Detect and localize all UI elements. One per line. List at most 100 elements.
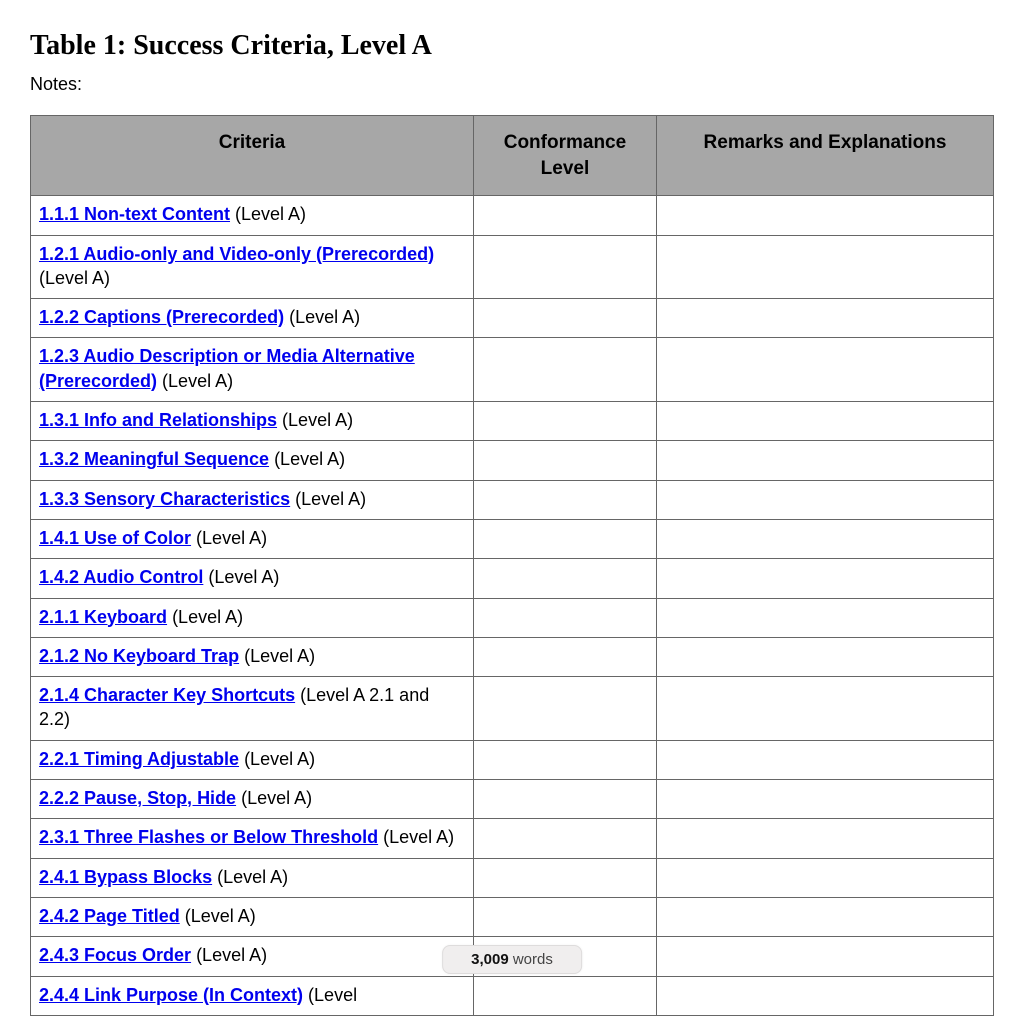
table-row: 2.4.1 Bypass Blocks (Level A) xyxy=(31,858,994,897)
remarks-cell xyxy=(656,976,993,1015)
remarks-cell xyxy=(656,480,993,519)
conformance-cell xyxy=(473,519,656,558)
criterion-link[interactable]: 1.4.2 Audio Control xyxy=(39,567,203,587)
criteria-cell: 2.1.2 No Keyboard Trap (Level A) xyxy=(31,637,474,676)
criterion-suffix: (Level A) xyxy=(269,449,345,469)
table-row: 1.4.2 Audio Control (Level A) xyxy=(31,559,994,598)
remarks-cell xyxy=(656,637,993,676)
criterion-link[interactable]: 2.1.4 Character Key Shortcuts xyxy=(39,685,295,705)
criteria-cell: 1.2.2 Captions (Prerecorded) (Level A) xyxy=(31,299,474,338)
table-row: 1.3.1 Info and Relationships (Level A) xyxy=(31,402,994,441)
conformance-cell xyxy=(473,480,656,519)
table-row: 2.4.4 Link Purpose (In Context) (Level xyxy=(31,976,994,1015)
criteria-cell: 2.4.3 Focus Order (Level A) xyxy=(31,937,474,976)
conformance-cell xyxy=(473,598,656,637)
remarks-cell xyxy=(656,402,993,441)
remarks-cell xyxy=(656,559,993,598)
remarks-cell xyxy=(656,196,993,235)
criteria-cell: 2.2.1 Timing Adjustable (Level A) xyxy=(31,740,474,779)
criteria-cell: 1.3.3 Sensory Characteristics (Level A) xyxy=(31,480,474,519)
criterion-suffix: (Level A) xyxy=(157,371,233,391)
criterion-suffix: (Level A) xyxy=(290,489,366,509)
criterion-link[interactable]: 2.4.3 Focus Order xyxy=(39,945,191,965)
remarks-cell xyxy=(656,780,993,819)
header-remarks: Remarks and Explanations xyxy=(656,116,993,196)
criterion-link[interactable]: 1.1.1 Non-text Content xyxy=(39,204,230,224)
criterion-suffix: (Level A) xyxy=(236,788,312,808)
criterion-suffix: (Level A) xyxy=(180,906,256,926)
table-row: 2.1.2 No Keyboard Trap (Level A) xyxy=(31,637,994,676)
criterion-link[interactable]: 1.4.1 Use of Color xyxy=(39,528,191,548)
criterion-link[interactable]: 2.4.2 Page Titled xyxy=(39,906,180,926)
criterion-link[interactable]: 1.3.2 Meaningful Sequence xyxy=(39,449,269,469)
remarks-cell xyxy=(656,677,993,741)
criteria-table: Criteria Conformance Level Remarks and E… xyxy=(30,115,994,1016)
word-count-value: 3,009 xyxy=(471,951,509,968)
conformance-cell xyxy=(473,897,656,936)
criterion-link[interactable]: 1.2.1 Audio-only and Video-only (Prereco… xyxy=(39,244,434,264)
conformance-cell xyxy=(473,559,656,598)
table-row: 2.2.1 Timing Adjustable (Level A) xyxy=(31,740,994,779)
criteria-cell: 1.1.1 Non-text Content (Level A) xyxy=(31,196,474,235)
criteria-cell: 1.3.1 Info and Relationships (Level A) xyxy=(31,402,474,441)
criteria-cell: 1.3.2 Meaningful Sequence (Level A) xyxy=(31,441,474,480)
word-count-pill: 3,009 words xyxy=(442,945,582,974)
criterion-link[interactable]: 2.2.1 Timing Adjustable xyxy=(39,749,239,769)
remarks-cell xyxy=(656,897,993,936)
criteria-cell: 1.4.1 Use of Color (Level A) xyxy=(31,519,474,558)
criterion-suffix: (Level A) xyxy=(191,528,267,548)
table-row: 2.1.4 Character Key Shortcuts (Level A 2… xyxy=(31,677,994,741)
conformance-cell xyxy=(473,858,656,897)
remarks-cell xyxy=(656,338,993,402)
criterion-link[interactable]: 1.2.2 Captions (Prerecorded) xyxy=(39,307,284,327)
table-row: 1.2.1 Audio-only and Video-only (Prereco… xyxy=(31,235,994,299)
criterion-suffix: (Level A) xyxy=(39,268,110,288)
criteria-cell: 1.4.2 Audio Control (Level A) xyxy=(31,559,474,598)
criteria-cell: 2.1.4 Character Key Shortcuts (Level A 2… xyxy=(31,677,474,741)
table-row: 1.3.2 Meaningful Sequence (Level A) xyxy=(31,441,994,480)
remarks-cell xyxy=(656,235,993,299)
table-title: Table 1: Success Criteria, Level A xyxy=(30,30,994,62)
table-row: 1.3.3 Sensory Characteristics (Level A) xyxy=(31,480,994,519)
conformance-cell xyxy=(473,299,656,338)
header-level: Conformance Level xyxy=(473,116,656,196)
criterion-link[interactable]: 2.1.1 Keyboard xyxy=(39,607,167,627)
table-row: 2.4.2 Page Titled (Level A) xyxy=(31,897,994,936)
table-row: 1.2.2 Captions (Prerecorded) (Level A) xyxy=(31,299,994,338)
conformance-cell xyxy=(473,976,656,1015)
table-row: 2.3.1 Three Flashes or Below Threshold (… xyxy=(31,819,994,858)
criteria-cell: 2.1.1 Keyboard (Level A) xyxy=(31,598,474,637)
word-count-label: words xyxy=(513,951,553,968)
criterion-link[interactable]: 2.4.4 Link Purpose (In Context) xyxy=(39,985,303,1005)
conformance-cell xyxy=(473,402,656,441)
remarks-cell xyxy=(656,519,993,558)
criterion-suffix: (Level A) xyxy=(230,204,306,224)
criterion-link[interactable]: 2.3.1 Three Flashes or Below Threshold xyxy=(39,827,378,847)
remarks-cell xyxy=(656,740,993,779)
conformance-cell xyxy=(473,780,656,819)
criterion-link[interactable]: 1.3.3 Sensory Characteristics xyxy=(39,489,290,509)
conformance-cell xyxy=(473,441,656,480)
criterion-suffix: (Level A) xyxy=(277,410,353,430)
criteria-cell: 2.4.2 Page Titled (Level A) xyxy=(31,897,474,936)
criterion-link[interactable]: 1.3.1 Info and Relationships xyxy=(39,410,277,430)
table-row: 2.1.1 Keyboard (Level A) xyxy=(31,598,994,637)
conformance-cell xyxy=(473,235,656,299)
notes-label: Notes: xyxy=(30,74,994,95)
criteria-cell: 2.2.2 Pause, Stop, Hide (Level A) xyxy=(31,780,474,819)
table-row: 1.2.3 Audio Description or Media Alterna… xyxy=(31,338,994,402)
remarks-cell xyxy=(656,819,993,858)
criteria-cell: 2.4.1 Bypass Blocks (Level A) xyxy=(31,858,474,897)
criterion-link[interactable]: 2.2.2 Pause, Stop, Hide xyxy=(39,788,236,808)
criterion-suffix: (Level A) xyxy=(239,646,315,666)
conformance-cell xyxy=(473,338,656,402)
criterion-link[interactable]: 2.1.2 No Keyboard Trap xyxy=(39,646,239,666)
header-criteria: Criteria xyxy=(31,116,474,196)
table-row: 1.1.1 Non-text Content (Level A) xyxy=(31,196,994,235)
table-row: 1.4.1 Use of Color (Level A) xyxy=(31,519,994,558)
remarks-cell xyxy=(656,299,993,338)
remarks-cell xyxy=(656,441,993,480)
criterion-link[interactable]: 2.4.1 Bypass Blocks xyxy=(39,867,212,887)
criterion-suffix: (Level xyxy=(303,985,357,1005)
remarks-cell xyxy=(656,937,993,976)
